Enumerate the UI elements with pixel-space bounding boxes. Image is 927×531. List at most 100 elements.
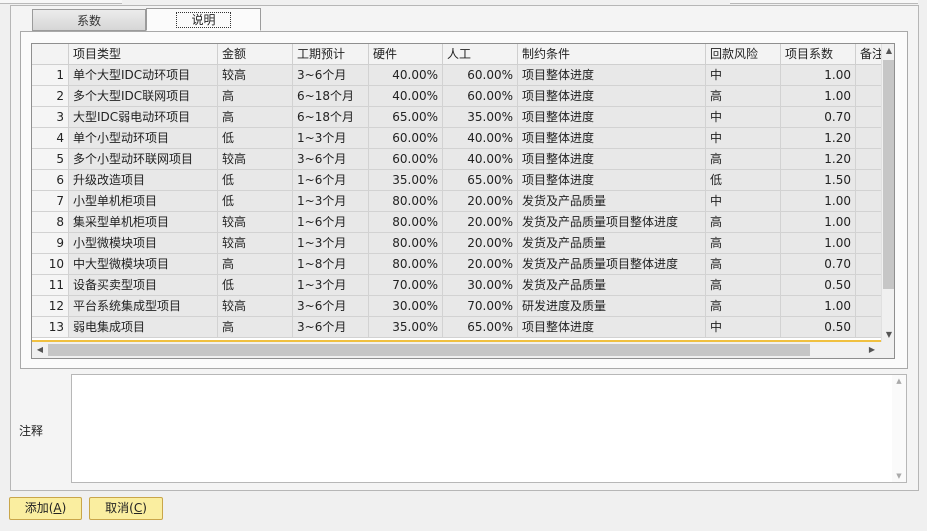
table-cell[interactable]: 项目整体进度 bbox=[518, 128, 706, 149]
table-cell[interactable]: 65.00% bbox=[369, 107, 443, 128]
table-cell[interactable] bbox=[856, 170, 882, 191]
table-cell[interactable]: 20.00% bbox=[443, 233, 518, 254]
table-cell[interactable]: 80.00% bbox=[369, 212, 443, 233]
table-cell[interactable]: 项目整体进度 bbox=[518, 149, 706, 170]
table-cell[interactable]: 高 bbox=[706, 149, 781, 170]
table-cell[interactable]: 60.00% bbox=[443, 65, 518, 86]
row-number-cell[interactable]: 12 bbox=[32, 296, 69, 317]
table-cell[interactable] bbox=[856, 296, 882, 317]
table-cell[interactable]: 40.00% bbox=[443, 128, 518, 149]
table-cell[interactable] bbox=[856, 86, 882, 107]
table-cell[interactable]: 项目整体进度 bbox=[518, 107, 706, 128]
table-cell[interactable]: 较高 bbox=[218, 212, 293, 233]
column-header[interactable]: 制约条件 bbox=[518, 44, 706, 65]
table-row[interactable]: 6 升级改造项目低 1~6个月 35.00% 65.00% 项目整体进度低 1.50 bbox=[32, 170, 882, 191]
table-cell[interactable]: 低 bbox=[218, 170, 293, 191]
note-scrollbar[interactable]: ▲ ▼ bbox=[892, 375, 906, 482]
row-number-cell[interactable]: 3 bbox=[32, 107, 69, 128]
note-scroll-down-icon[interactable]: ▼ bbox=[892, 470, 906, 482]
table-cell[interactable]: 中 bbox=[706, 107, 781, 128]
row-number-cell[interactable]: 11 bbox=[32, 275, 69, 296]
table-cell[interactable]: 多个大型IDC联网项目 bbox=[69, 86, 218, 107]
table-cell[interactable]: 较高 bbox=[218, 233, 293, 254]
table-cell[interactable]: 80.00% bbox=[369, 191, 443, 212]
table-row[interactable]: 13 弱电集成项目高 3~6个月 35.00% 65.00% 项目整体进度中 0.50 bbox=[32, 317, 882, 338]
table-cell[interactable]: 65.00% bbox=[443, 317, 518, 338]
table-cell[interactable]: 3~6个月 bbox=[293, 317, 369, 338]
tab-coefficient[interactable]: 系数 bbox=[32, 9, 146, 31]
table-cell[interactable]: 项目整体进度 bbox=[518, 65, 706, 86]
row-number-header[interactable] bbox=[32, 44, 69, 65]
table-cell[interactable]: 3~6个月 bbox=[293, 296, 369, 317]
table-cell[interactable]: 1.20 bbox=[781, 128, 856, 149]
table-cell[interactable]: 发货及产品质量项目整体进度 bbox=[518, 254, 706, 275]
table-row[interactable]: 8 集采型单机柜项目 较高 1~6个月 80.00% 20.00% 发货及产品质量项目整体进… bbox=[32, 212, 882, 233]
table-cell[interactable]: 1~3个月 bbox=[293, 233, 369, 254]
row-number-cell[interactable]: 4 bbox=[32, 128, 69, 149]
column-header[interactable]: 备注 bbox=[856, 44, 882, 65]
scroll-up-icon[interactable]: ▲ bbox=[882, 44, 894, 58]
table-cell[interactable] bbox=[856, 275, 882, 296]
column-header[interactable]: 金额 bbox=[218, 44, 293, 65]
table-cell[interactable]: 70.00% bbox=[369, 275, 443, 296]
table-cell[interactable]: 1.00 bbox=[781, 296, 856, 317]
table-cell[interactable] bbox=[856, 212, 882, 233]
table-row[interactable]: 5 多个小型动环联网项目 较高 3~6个月 60.00% 40.00% 项目整体进度高 1.2… bbox=[32, 149, 882, 170]
table-cell[interactable]: 研发进度及质量 bbox=[518, 296, 706, 317]
tab-description[interactable]: 说明 bbox=[146, 8, 261, 31]
table-cell[interactable]: 高 bbox=[706, 233, 781, 254]
table-cell[interactable]: 1.00 bbox=[781, 86, 856, 107]
table-cell[interactable]: 高 bbox=[706, 296, 781, 317]
table-cell[interactable]: 0.50 bbox=[781, 317, 856, 338]
row-number-cell[interactable]: 8 bbox=[32, 212, 69, 233]
table-cell[interactable]: 发货及产品质量 bbox=[518, 275, 706, 296]
table-cell[interactable]: 项目整体进度 bbox=[518, 86, 706, 107]
table-cell[interactable]: 0.70 bbox=[781, 254, 856, 275]
table-cell[interactable]: 1~6个月 bbox=[293, 212, 369, 233]
table-cell[interactable]: 集采型单机柜项目 bbox=[69, 212, 218, 233]
table-cell[interactable] bbox=[856, 107, 882, 128]
table-cell[interactable]: 较高 bbox=[218, 65, 293, 86]
cancel-button[interactable]: 取消(C) bbox=[89, 497, 163, 520]
table-row[interactable]: 3 大型IDC弱电动环项目高 6~18个月 65.00% 35.00% 项目整体进度中 0.… bbox=[32, 107, 882, 128]
row-number-cell[interactable]: 7 bbox=[32, 191, 69, 212]
table-cell[interactable]: 发货及产品质量项目整体进度 bbox=[518, 212, 706, 233]
table-cell[interactable]: 35.00% bbox=[369, 170, 443, 191]
table-cell[interactable]: 1~8个月 bbox=[293, 254, 369, 275]
table-cell[interactable]: 多个小型动环联网项目 bbox=[69, 149, 218, 170]
table-cell[interactable]: 低 bbox=[218, 128, 293, 149]
table-cell[interactable]: 35.00% bbox=[443, 107, 518, 128]
table-cell[interactable]: 40.00% bbox=[369, 65, 443, 86]
column-header[interactable]: 项目系数 bbox=[781, 44, 856, 65]
table-cell[interactable]: 中 bbox=[706, 317, 781, 338]
table-cell[interactable]: 80.00% bbox=[369, 254, 443, 275]
table-row[interactable]: 9 小型微模块项目 较高 1~3个月 80.00% 20.00% 发货及产品质量高 1.00 bbox=[32, 233, 882, 254]
table-cell[interactable]: 30.00% bbox=[369, 296, 443, 317]
table-cell[interactable]: 高 bbox=[218, 254, 293, 275]
table-cell[interactable]: 较高 bbox=[218, 296, 293, 317]
table-cell[interactable] bbox=[856, 149, 882, 170]
scroll-right-icon[interactable]: ▶ bbox=[865, 343, 879, 357]
table-cell[interactable]: 60.00% bbox=[443, 86, 518, 107]
horizontal-scrollbar[interactable]: ◀ ▶ bbox=[32, 342, 894, 358]
table-cell[interactable]: 20.00% bbox=[443, 191, 518, 212]
table-cell[interactable]: 3~6个月 bbox=[293, 149, 369, 170]
table-cell[interactable] bbox=[856, 233, 882, 254]
row-number-cell[interactable]: 13 bbox=[32, 317, 69, 338]
table-row[interactable]: 11 设备买卖型项目低 1~3个月 70.00% 30.00% 发货及产品质量高 0.50 bbox=[32, 275, 882, 296]
table-cell[interactable]: 单个大型IDC动环项目 bbox=[69, 65, 218, 86]
table-cell[interactable]: 30.00% bbox=[443, 275, 518, 296]
table-cell[interactable]: 低 bbox=[218, 275, 293, 296]
table-cell[interactable]: 6~18个月 bbox=[293, 107, 369, 128]
table-cell[interactable]: 发货及产品质量 bbox=[518, 233, 706, 254]
table-cell[interactable]: 35.00% bbox=[369, 317, 443, 338]
table-cell[interactable]: 平台系统集成型项目 bbox=[69, 296, 218, 317]
table-cell[interactable]: 1~3个月 bbox=[293, 191, 369, 212]
table-cell[interactable]: 60.00% bbox=[369, 149, 443, 170]
table-row[interactable]: 1 单个大型IDC动环项目 较高 3~6个月 40.00% 60.00% 项目整体进度中 1.… bbox=[32, 65, 882, 86]
row-number-cell[interactable]: 5 bbox=[32, 149, 69, 170]
table-cell[interactable]: 40.00% bbox=[369, 86, 443, 107]
table-cell[interactable]: 0.50 bbox=[781, 275, 856, 296]
table-cell[interactable]: 65.00% bbox=[443, 170, 518, 191]
add-button[interactable]: 添加(A) bbox=[9, 497, 82, 520]
